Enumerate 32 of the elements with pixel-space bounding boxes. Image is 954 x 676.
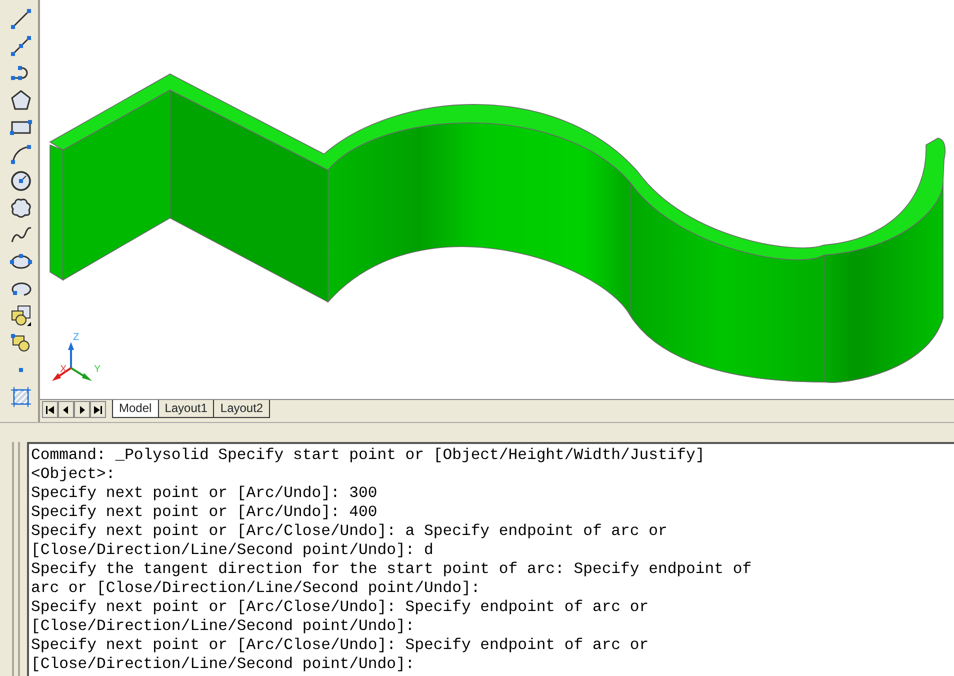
line-icon[interactable]: [10, 35, 32, 57]
line-icon[interactable]: [10, 8, 32, 30]
command-line-text: Specify the tangent direction for the start point of arc: Specify endpoint of: [31, 560, 753, 579]
command-line-text: Specify next point or [Arc/Close/Undo]: a Specify endpoint of arc or: [31, 522, 668, 541]
command-line-text: Specify next point or [Arc/Close/Undo]: Specify endpoint of arc or: [31, 598, 650, 617]
layout-tab[interactable]: Model: [112, 400, 159, 418]
command-line-text: <Object>:: [31, 465, 116, 484]
panel-grip[interactable]: [12, 442, 20, 676]
next-tab-icon[interactable]: [74, 401, 90, 418]
previous-tab-icon[interactable]: [58, 401, 74, 418]
cloud-icon[interactable]: [10, 197, 32, 219]
command-line-text: arc or [Close/Direction/Line/Second point/Undo]:: [31, 579, 482, 598]
circle-icon[interactable]: [10, 170, 32, 192]
command-line-text: Command: _Polysolid Specify start point or [Object/Height/Width/Justify]: [31, 446, 706, 465]
command-line-text: Specify next point or [Arc/Undo]: 300: [31, 484, 378, 503]
axis-label: Z: [73, 332, 80, 343]
first-tab-icon[interactable]: [42, 401, 58, 418]
hatch-icon[interactable]: [10, 386, 32, 408]
layout-tab[interactable]: Layout2: [213, 400, 270, 418]
command-line-text: [Close/Direction/Line/Second point/Undo]: d: [31, 541, 434, 560]
axis-label: X: [60, 364, 67, 375]
command-line-text: Specify next point or [Arc/Undo]: 400: [31, 503, 378, 522]
arc-icon[interactable]: [10, 143, 32, 165]
last-tab-icon[interactable]: [90, 401, 106, 418]
shapes-icon[interactable]: [10, 332, 32, 354]
pentagon-icon[interactable]: [10, 89, 32, 111]
axis-label: Y: [94, 364, 101, 375]
command-line-text: Specify next point or [Arc/Close/Undo]: Specify endpoint of arc or: [31, 636, 650, 655]
ucs-axes-drawing: [52, 342, 92, 381]
shapes-icon[interactable]: [10, 305, 32, 327]
command-line-text: [Close/Direction/Line/Second point/Undo]:: [31, 655, 416, 674]
command-line-text: [Close/Direction/Line/Second point/Undo]:: [31, 617, 416, 636]
